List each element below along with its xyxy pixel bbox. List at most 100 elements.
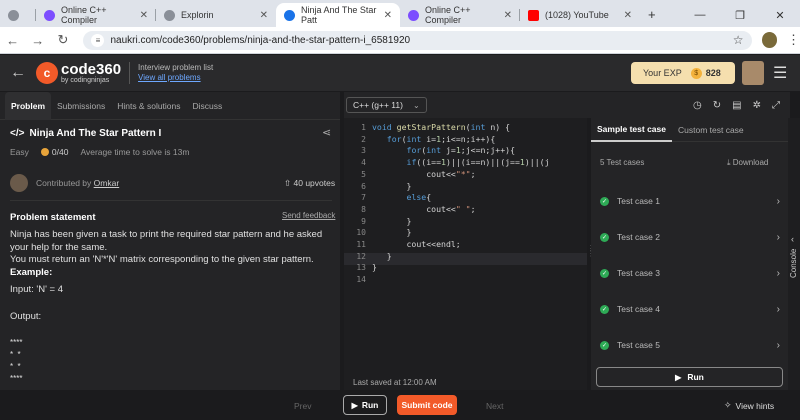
- tab-title: Ninja And The Star Patt: [301, 5, 377, 25]
- user-avatar[interactable]: [742, 61, 764, 85]
- address-bar: ← → ↻ ≡ naukri.com/code360/problems/ninj…: [0, 27, 800, 54]
- exp-badge[interactable]: Your EXP $ 828: [631, 62, 735, 84]
- send-feedback-link[interactable]: Send feedback: [282, 211, 335, 220]
- testcase-item[interactable]: ✓ Test case 2 ›: [600, 230, 780, 244]
- close-icon[interactable]: ✕: [260, 10, 268, 21]
- tab-title: (1028) YouTube: [545, 10, 609, 20]
- compiler-favicon-icon: [408, 9, 419, 21]
- exp-value: 828: [705, 68, 721, 78]
- browser-tab-5[interactable]: (1028) YouTube ✕: [520, 3, 640, 27]
- problem-statement-heading: Problem statement: [10, 212, 96, 223]
- browser-tab-active[interactable]: Ninja And The Star Patt ✕: [276, 3, 400, 27]
- prev-button[interactable]: Prev: [294, 401, 311, 411]
- code360-logo[interactable]: c code360 by codingninjas: [36, 62, 121, 84]
- close-icon[interactable]: ✕: [624, 10, 632, 21]
- contributor-line: Contributed by Omkar: [36, 178, 119, 188]
- fullscreen-icon[interactable]: ⤢: [772, 100, 780, 111]
- output-line: ****: [10, 374, 23, 383]
- testcase-count: 5 Test cases: [600, 158, 645, 167]
- close-icon[interactable]: ✕: [140, 10, 148, 21]
- line-number: 10: [356, 228, 366, 238]
- difficulty-badge: Easy: [10, 147, 29, 157]
- chevron-right-icon: ›: [776, 195, 780, 207]
- maximize-icon[interactable]: ❐: [720, 9, 760, 22]
- url-text: naukri.com/code360/problems/ninja-and-th…: [110, 34, 411, 46]
- line-number: 7: [361, 193, 366, 203]
- back-arrow-icon[interactable]: ←: [0, 64, 36, 82]
- chevron-down-icon: ⌄: [412, 100, 420, 110]
- profile-avatar[interactable]: [761, 32, 777, 48]
- score-value: 0/40: [51, 147, 69, 157]
- url-field[interactable]: ≡ naukri.com/code360/problems/ninja-and-…: [83, 30, 752, 50]
- notes-icon[interactable]: ▤: [732, 100, 741, 111]
- testcase-item[interactable]: ✓ Test case 3 ›: [600, 266, 780, 280]
- minimize-icon[interactable]: —: [680, 9, 720, 21]
- console-toggle[interactable]: ‹ Console: [788, 118, 800, 390]
- check-icon: ✓: [600, 268, 609, 278]
- download-button[interactable]: ⤓ Download: [727, 158, 768, 168]
- view-all-link[interactable]: View all problems: [138, 73, 213, 83]
- testcase-label: Test case 3: [617, 268, 660, 278]
- hamburger-menu-icon[interactable]: ☰: [773, 63, 787, 83]
- footer-bar: Prev ▶ Run Submit code Next ✧ View hints: [0, 391, 800, 420]
- tab-title: Explorin: [181, 10, 214, 20]
- tab-discuss[interactable]: Discuss: [187, 92, 229, 120]
- testcase-tabs: Sample test case Custom test case: [591, 118, 788, 142]
- check-icon: ✓: [600, 340, 609, 350]
- tab-custom-test-case[interactable]: Custom test case: [672, 118, 750, 142]
- share-icon[interactable]: ⋖: [322, 126, 331, 139]
- tab-problem[interactable]: Problem: [5, 91, 52, 120]
- testcase-item[interactable]: ✓ Test case 1 ›: [600, 194, 780, 208]
- close-icon[interactable]: ✕: [504, 10, 512, 21]
- forward-icon[interactable]: →: [25, 33, 50, 48]
- problem-tabs: Problem Submissions Hints & solutions Di…: [0, 91, 340, 120]
- timer-icon[interactable]: ◷: [693, 100, 702, 111]
- language-select[interactable]: C++ (g++ 11) ⌄: [346, 97, 427, 113]
- testcase-item[interactable]: ✓ Test case 4 ›: [600, 302, 780, 316]
- testcase-item[interactable]: ✓ Test case 5 ›: [600, 338, 780, 352]
- upvote-button[interactable]: ⇧ 40 upvotes: [284, 178, 335, 189]
- tab-sample-test-case[interactable]: Sample test case: [591, 118, 672, 142]
- problem-panel: Problem Submissions Hints & solutions Di…: [0, 91, 340, 390]
- tab-hints-solutions[interactable]: Hints & solutions: [111, 92, 186, 120]
- globe-icon: [8, 9, 19, 21]
- run-tests-button[interactable]: ▶ Run: [596, 367, 783, 387]
- browser-tab-4[interactable]: Online C++ Compiler ✕: [400, 3, 520, 27]
- tab-submissions[interactable]: Submissions: [51, 92, 111, 120]
- chevron-left-icon: ‹: [791, 234, 794, 244]
- menu-kebab-icon[interactable]: ⋮: [787, 32, 800, 48]
- submit-code-button[interactable]: Submit code: [397, 395, 457, 415]
- settings-icon[interactable]: ✲: [753, 100, 761, 111]
- contributor-link[interactable]: Omkar: [94, 178, 120, 188]
- bookmark-star-icon[interactable]: ☆: [733, 33, 744, 47]
- close-window-icon[interactable]: ✕: [760, 9, 800, 22]
- new-tab-icon[interactable]: +: [648, 7, 656, 22]
- back-icon[interactable]: ←: [0, 33, 25, 48]
- language-value: C++ (g++ 11): [353, 100, 403, 110]
- interview-list-label: Interview problem list: [138, 63, 214, 73]
- browser-tab-1[interactable]: Online C++ Compiler ✕: [36, 3, 156, 27]
- check-icon: ✓: [600, 304, 609, 314]
- app-header: ← c code360 by codingninjas Interview pr…: [0, 55, 800, 91]
- problem-title-text: Ninja And The Star Pattern I: [29, 128, 162, 139]
- view-hints-button[interactable]: ✧ View hints: [724, 400, 774, 411]
- run-button[interactable]: ▶ Run: [343, 395, 387, 415]
- browser-tab-2[interactable]: Explorin ✕: [156, 3, 276, 27]
- next-button[interactable]: Next: [486, 401, 503, 411]
- run-label: Run: [361, 400, 379, 410]
- download-label: Download: [732, 158, 769, 167]
- check-icon: ✓: [600, 196, 609, 206]
- code-editor[interactable]: 1 2 3 4 5 6 7 8 9 10 11 12 13 14 void ge…: [344, 118, 587, 390]
- download-icon: ⤓: [727, 158, 731, 167]
- line-number: 11: [356, 240, 366, 250]
- logo-main: code360: [61, 61, 122, 78]
- reset-icon[interactable]: ↻: [713, 100, 721, 111]
- statement-para-2: You must return an 'N'*'N' matrix corres…: [10, 254, 314, 265]
- browser-tab-0[interactable]: [0, 3, 36, 27]
- reload-icon[interactable]: ↻: [50, 32, 75, 48]
- output-line: * *: [10, 350, 21, 359]
- example-input: Input: 'N' = 4: [10, 284, 64, 295]
- line-number: 5: [361, 169, 366, 179]
- close-icon[interactable]: ✕: [384, 10, 392, 21]
- site-info-icon[interactable]: ≡: [91, 33, 105, 47]
